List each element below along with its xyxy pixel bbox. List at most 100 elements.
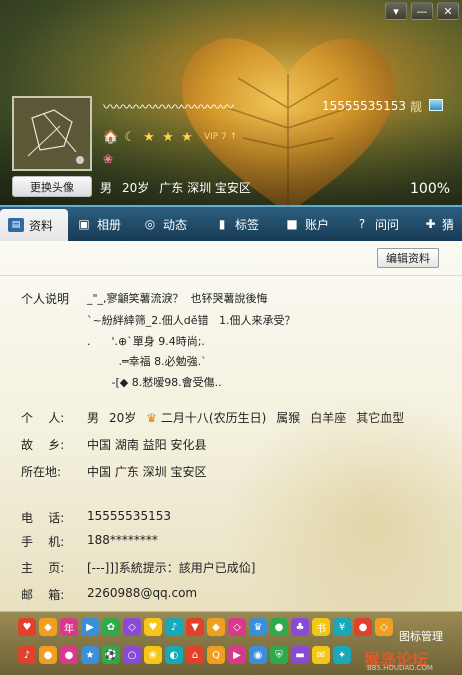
phone-value: 15555535153	[87, 509, 171, 523]
tab-label: 问问	[375, 217, 400, 232]
music-icon[interactable]: ♪	[165, 618, 183, 636]
scrollbar[interactable]	[452, 281, 460, 601]
flower-icon[interactable]: ❀	[144, 646, 162, 664]
mobile-value: 188********	[87, 533, 158, 547]
email-label: 邮 箱:	[21, 588, 65, 602]
person-age: 20岁	[109, 411, 137, 425]
screen-icon[interactable]	[429, 99, 443, 111]
pet-icon[interactable]: ●	[60, 646, 78, 664]
car-icon[interactable]: ▬	[291, 646, 309, 664]
sport-icon[interactable]: ⚽	[102, 646, 120, 664]
ring-icon[interactable]: ○	[123, 646, 141, 664]
blood-type: 其它血型	[356, 411, 405, 425]
icon-row-top: ♥ ◆ 年 ▶ ✿ ◇ ♥ ♪ ▼ ◆ ◇ ♛ ● ♣ 书 ¥ ● ◇	[18, 618, 393, 636]
shop-icon[interactable]: ¥	[333, 618, 351, 636]
tab-label: 资料	[29, 218, 54, 233]
minimize-button[interactable]: —	[411, 2, 433, 20]
profile-completeness: 100%	[410, 181, 451, 197]
tie-icon[interactable]: ▼	[186, 618, 204, 636]
pet-icon[interactable]: ●	[354, 618, 372, 636]
star-icon: ★	[181, 129, 193, 145]
phone-label: 电 话:	[21, 511, 65, 525]
heart-icon[interactable]: ♥	[144, 618, 162, 636]
moon-icon: ☾	[124, 129, 136, 145]
tab-label: 猜	[441, 217, 454, 232]
qq-number: 15555535153	[322, 99, 406, 113]
egg-icon[interactable]: ◐	[165, 646, 183, 664]
tab-label: 相册	[97, 217, 122, 232]
tab-bar: ▤ 资料 ▣ 相册 ◎ 动态 ▮ 标签 ■ 账户 ? 问问 ✚ 猜	[0, 205, 462, 241]
signature-line: -[◆ 8.慭嗳98.會受傷..	[87, 376, 222, 389]
nickname: 〰〰〰〰〰〰〰〰〰〰	[103, 100, 234, 111]
hometown-value: 中国 湖南 益阳 安化县	[87, 438, 207, 452]
pet-icon[interactable]: ●	[39, 646, 57, 664]
vip-badge[interactable]: VIP 7 ↑	[204, 132, 237, 142]
signature-line: `~紛絆緈筛_2.佃人dě错 1.佃人来承受？	[87, 314, 296, 327]
star-icon[interactable]: ★	[81, 646, 99, 664]
game-icon[interactable]: ▶	[228, 646, 246, 664]
gem-icon[interactable]: ◆	[207, 618, 225, 636]
star-icon: ★	[143, 129, 155, 145]
window-menu-button[interactable]: ▾	[385, 2, 407, 20]
book-icon[interactable]: 书	[312, 618, 330, 636]
gift-icon[interactable]: ✿	[102, 618, 120, 636]
tab-tags[interactable]: ▮ 标签	[206, 207, 276, 241]
pet-icon[interactable]: ●	[270, 618, 288, 636]
house-icon: 🏠	[102, 129, 120, 145]
diamond-icon[interactable]: ◇	[228, 618, 246, 636]
birthday-text: 二月十八(农历生日)	[160, 411, 267, 425]
location-label: 所在地:	[21, 465, 62, 479]
tab-label: 账户	[305, 217, 330, 232]
diamond-icon[interactable]: ◇	[375, 618, 393, 636]
photo-album-icon: ▣	[78, 217, 90, 231]
icon-manager-link[interactable]: 图标管理	[399, 628, 443, 644]
homepage-value[interactable]: [---]]]系統提示：該用户已成佡]	[87, 559, 255, 576]
tree-icon[interactable]: ♣	[291, 618, 309, 636]
email-icon[interactable]: ✉	[312, 646, 330, 664]
edit-profile-button[interactable]: 编辑资料	[377, 248, 439, 268]
person-details: 男 20岁 ♛ 二月十八(农历生日) 属猴 白羊座 其它血型	[87, 409, 404, 426]
change-avatar-button[interactable]: 更换头像	[12, 176, 92, 197]
birthday: ♛ 二月十八(农历生日)	[146, 409, 266, 426]
tab-more[interactable]: ✚ 猜	[416, 207, 462, 241]
tab-ask[interactable]: ? 问问	[346, 207, 416, 241]
tab-label: 标签	[235, 217, 260, 232]
tab-feed[interactable]: ◎ 动态	[134, 207, 206, 241]
gem-icon[interactable]: ◆	[39, 618, 57, 636]
level-badges: 🏠 ☾ ★ ★ ★ VIP 7 ↑	[103, 129, 237, 145]
diamond-icon[interactable]: ◇	[123, 618, 141, 636]
email-value[interactable]: 2260988@qq.com	[87, 586, 197, 600]
tab-account[interactable]: ■ 账户	[276, 207, 346, 241]
location-value: 中国 广东 深圳 宝安区	[87, 465, 207, 479]
gender: 男	[100, 181, 113, 195]
mobile-label: 手 机:	[21, 535, 65, 549]
signature-label: 个人说明	[21, 292, 70, 306]
person-gender: 男	[87, 411, 100, 425]
crown-icon[interactable]: ♛	[249, 618, 267, 636]
hometown-label: 故 乡:	[21, 438, 65, 452]
year-icon[interactable]: 年	[60, 618, 78, 636]
close-button[interactable]: ✕	[437, 2, 459, 20]
crystal-icon[interactable]: ✦	[333, 646, 351, 664]
profile-header: ▾ — ✕ 更换头像 〰〰〰〰〰〰〰〰〰〰 15555535153 靓 🏠 ☾ …	[0, 0, 462, 205]
game-icon[interactable]: ▶	[81, 618, 99, 636]
tab-profile[interactable]: ▤ 资料	[0, 209, 68, 241]
tab-label: 动态	[163, 217, 188, 232]
wallet-icon: ■	[286, 217, 298, 231]
candy-icon[interactable]: ◉	[249, 646, 267, 664]
heart-icon[interactable]: ♥	[18, 618, 36, 636]
flower-icon: ❀	[103, 152, 114, 166]
icon-row-bottom: ♪ ● ● ★ ⚽ ○ ❀ ◐ ⌂ Q ▶ ◉ ⛨ ▬ ✉ ✦	[18, 646, 351, 664]
signature-line: .═幸福 8.必勉強.`	[87, 355, 207, 368]
constellation: 白羊座	[310, 411, 347, 425]
crown-icon: ♛	[146, 411, 158, 425]
avatar[interactable]	[12, 96, 92, 171]
shield-icon[interactable]: ⛨	[270, 646, 288, 664]
tab-album[interactable]: ▣ 相册	[68, 207, 134, 241]
qzone-icon[interactable]: Q	[207, 646, 225, 664]
house-icon[interactable]: ⌂	[186, 646, 204, 664]
window-controls: ▾ — ✕	[385, 2, 459, 20]
person-label: 个 人:	[21, 411, 65, 425]
age: 20岁	[122, 181, 150, 195]
music-icon[interactable]: ♪	[18, 646, 36, 664]
